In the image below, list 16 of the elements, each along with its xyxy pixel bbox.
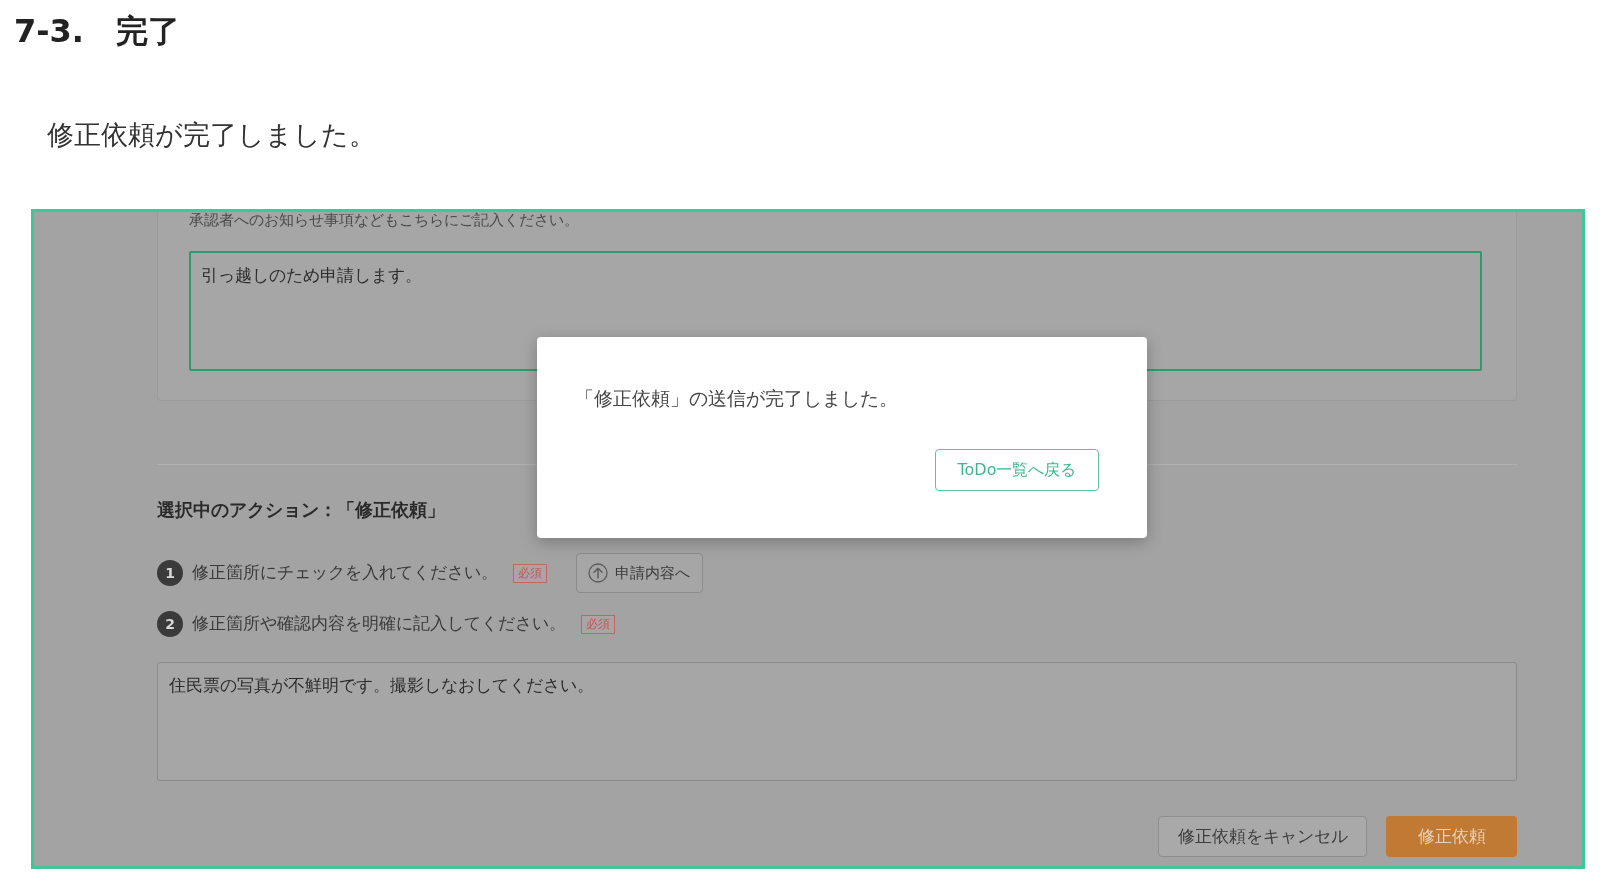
- comment-field[interactable]: 住民票の写真が不鮮明です。撮影しなおしてください。: [157, 662, 1517, 781]
- cancel-button[interactable]: 修正依頼をキャンセル: [1158, 816, 1367, 857]
- intro-text: 修正依頼が完了しました。: [47, 118, 376, 152]
- field-hint: 承認者へのお知らせ事項などもこちらにご記入ください。: [189, 212, 579, 228]
- step-number: 1: [157, 560, 183, 586]
- back-to-todo-button[interactable]: ToDo一覧へ戻る: [935, 449, 1099, 491]
- step-text: 修正箇所や確認内容を明確に記入してください。: [192, 613, 566, 635]
- section-heading: 7-3. 完了: [14, 12, 180, 50]
- dialog-message: 「修正依頼」の送信が完了しました。: [575, 386, 898, 410]
- step-number: 2: [157, 611, 183, 637]
- jump-button[interactable]: 申請内容へ: [576, 553, 703, 593]
- up-arrow-circle-icon: [588, 563, 608, 583]
- required-badge: 必須: [513, 563, 547, 583]
- step-text: 修正箇所にチェックを入れてください。: [192, 562, 498, 584]
- action-title: 選択中のアクション：「修正依頼」: [157, 498, 445, 522]
- required-badge: 必須: [581, 614, 615, 634]
